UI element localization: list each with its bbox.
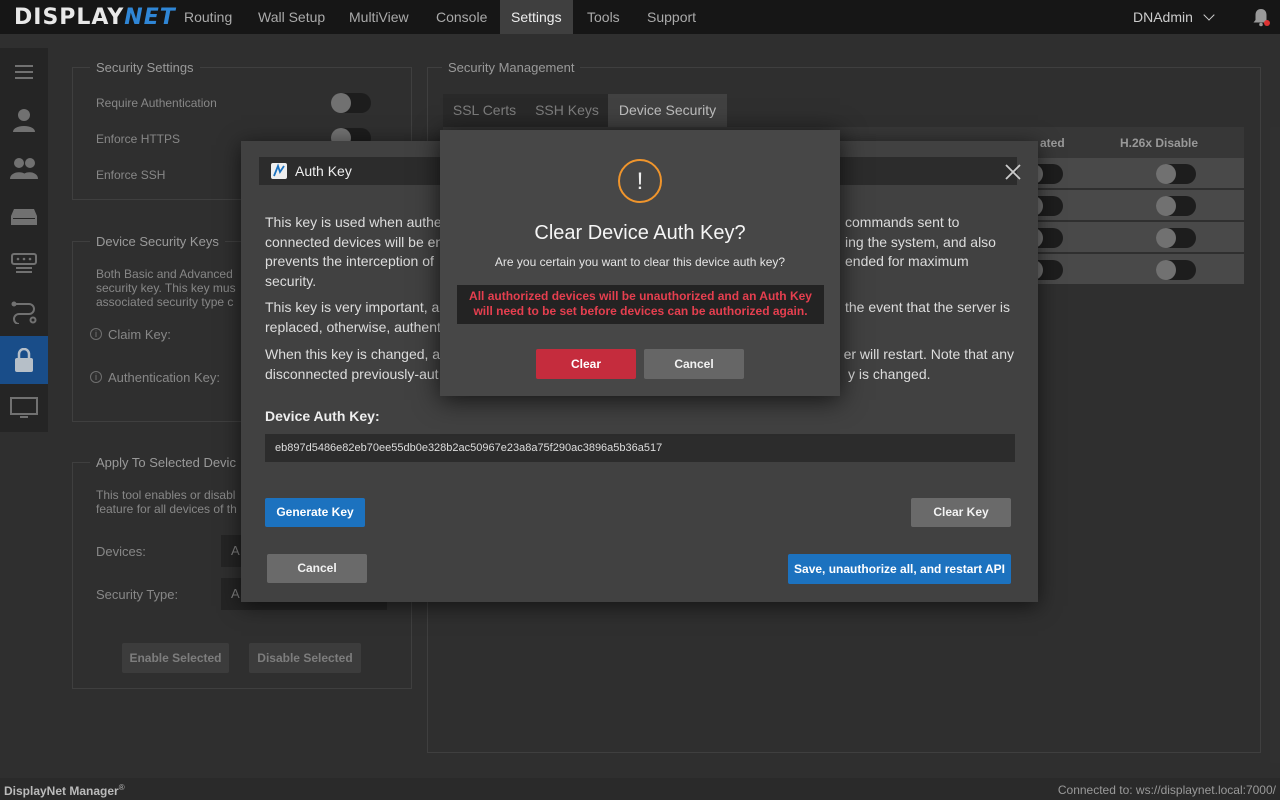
auth-description-2-right: the event that the server is: [845, 299, 1010, 315]
confirm-clear-button[interactable]: Clear: [536, 349, 636, 379]
clear-key-confirm-dialog: ! Clear Device Auth Key? Are you certain…: [440, 130, 840, 396]
auth-cancel-button[interactable]: Cancel: [267, 554, 367, 583]
nav-multiview[interactable]: MultiView: [338, 0, 420, 34]
confirm-title: Clear Device Auth Key?: [534, 222, 746, 244]
nav-wall-setup[interactable]: Wall Setup: [247, 0, 336, 34]
user-menu[interactable]: DNAdmin: [1133, 0, 1215, 34]
device-auth-key-label: Device Auth Key:: [265, 408, 380, 424]
close-icon[interactable]: [1004, 163, 1022, 181]
nav-tools[interactable]: Tools: [576, 0, 631, 34]
nav-settings[interactable]: Settings: [500, 0, 573, 34]
confirm-subtitle: Are you certain you want to clear this d…: [494, 255, 786, 269]
connection-status: Connected to: ws://displaynet.local:7000…: [1057, 783, 1276, 797]
generate-key-button[interactable]: Generate Key: [265, 498, 365, 527]
warning-icon: !: [618, 159, 662, 203]
app-logo-icon: [271, 163, 287, 179]
clear-key-button[interactable]: Clear Key: [911, 498, 1011, 527]
save-restart-button[interactable]: Save, unauthorize all, and restart API: [788, 554, 1011, 584]
footer: DisplayNet Manager® Connected to: ws://d…: [0, 778, 1280, 800]
auth-description-3-right: er will restart. Note that any y is chan…: [843, 346, 1014, 382]
device-auth-key-field[interactable]: eb897d5486e82eb70ee55db0e328b2ac50967e23…: [265, 434, 1015, 462]
nav-console[interactable]: Console: [425, 0, 498, 34]
confirm-cancel-button[interactable]: Cancel: [644, 349, 744, 379]
auth-key-dialog-title: Auth Key: [295, 163, 352, 179]
nav-support[interactable]: Support: [636, 0, 707, 34]
chevron-down-icon: [1203, 9, 1215, 21]
auth-description-1-right: commands sent to ing the system, and als…: [845, 214, 996, 269]
notification-badge: [1264, 20, 1270, 26]
top-nav: DISPLAYNET Routing Wall Setup MultiView …: [0, 0, 1280, 34]
confirm-warning: All authorized devices will be unauthori…: [457, 285, 824, 324]
nav-routing[interactable]: Routing: [173, 0, 243, 34]
logo[interactable]: DISPLAYNET: [14, 5, 176, 30]
app-name: DisplayNet Manager®: [4, 783, 125, 798]
